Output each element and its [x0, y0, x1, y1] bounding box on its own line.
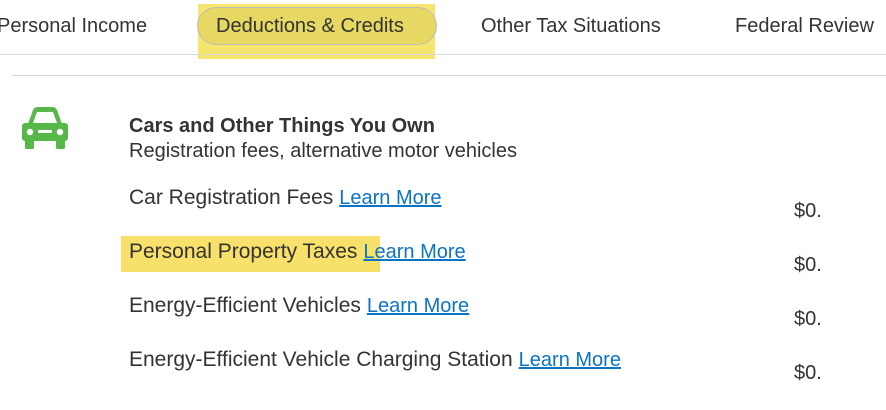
section-subtitle: Registration fees, alternative motor veh…: [129, 140, 517, 162]
list-item-energy-efficient-vehicles: Energy-Efficient Vehicles Learn More $0.: [0, 294, 886, 334]
learn-more-link[interactable]: Learn More: [367, 295, 469, 317]
item-amount: $0.: [794, 308, 822, 330]
item-label: Personal Property Taxes: [129, 240, 358, 263]
item-amount: $0.: [794, 254, 822, 276]
learn-more-link[interactable]: Learn More: [339, 187, 441, 209]
learn-more-link[interactable]: Learn More: [519, 349, 621, 371]
section-title: Cars and Other Things You Own: [129, 115, 435, 137]
list-item-energy-efficient-vehicle-charging-station: Energy-Efficient Vehicle Charging Statio…: [0, 348, 886, 388]
item-amount: $0.: [794, 200, 822, 222]
list-item-car-registration-fees: Car Registration Fees Learn More $0.: [0, 186, 886, 226]
item-label: Car Registration Fees: [129, 186, 334, 209]
item-amount: $0.: [794, 362, 822, 384]
car-icon: [22, 107, 68, 149]
item-label: Energy-Efficient Vehicle Charging Statio…: [129, 348, 513, 371]
content-divider: [12, 75, 886, 76]
nav-divider: [0, 54, 886, 55]
list-item-personal-property-taxes: Personal Property Taxes Learn More $0.: [0, 240, 886, 280]
item-label: Energy-Efficient Vehicles: [129, 294, 361, 317]
top-nav: Personal Income Deductions & Credits Oth…: [0, 0, 886, 59]
tab-federal-review[interactable]: Federal Review: [735, 15, 874, 37]
tab-personal-income[interactable]: Personal Income: [0, 15, 147, 37]
tab-deductions-credits[interactable]: Deductions & Credits: [216, 15, 404, 37]
learn-more-link[interactable]: Learn More: [363, 241, 465, 263]
tab-other-tax-situations[interactable]: Other Tax Situations: [481, 15, 661, 37]
